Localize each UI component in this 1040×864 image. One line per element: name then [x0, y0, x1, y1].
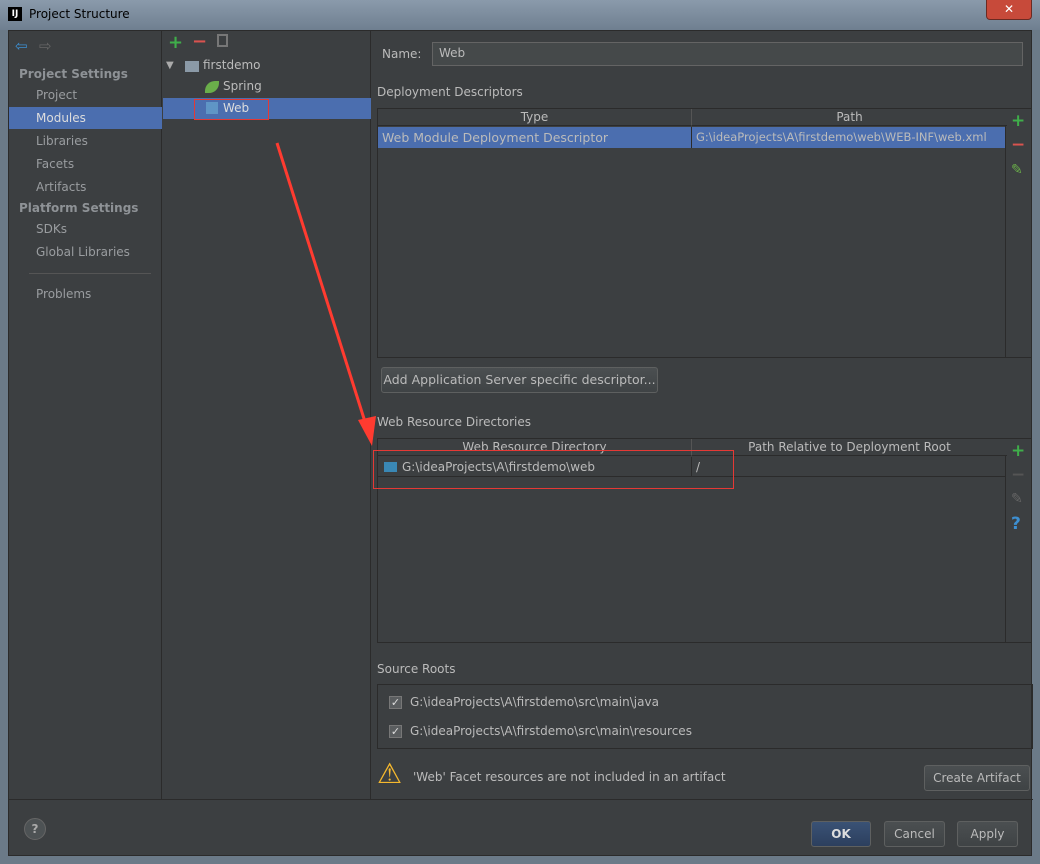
annotation-arrow-line	[275, 142, 368, 426]
annotation-arrow-head	[358, 416, 376, 446]
annotation-arrow	[275, 142, 376, 446]
